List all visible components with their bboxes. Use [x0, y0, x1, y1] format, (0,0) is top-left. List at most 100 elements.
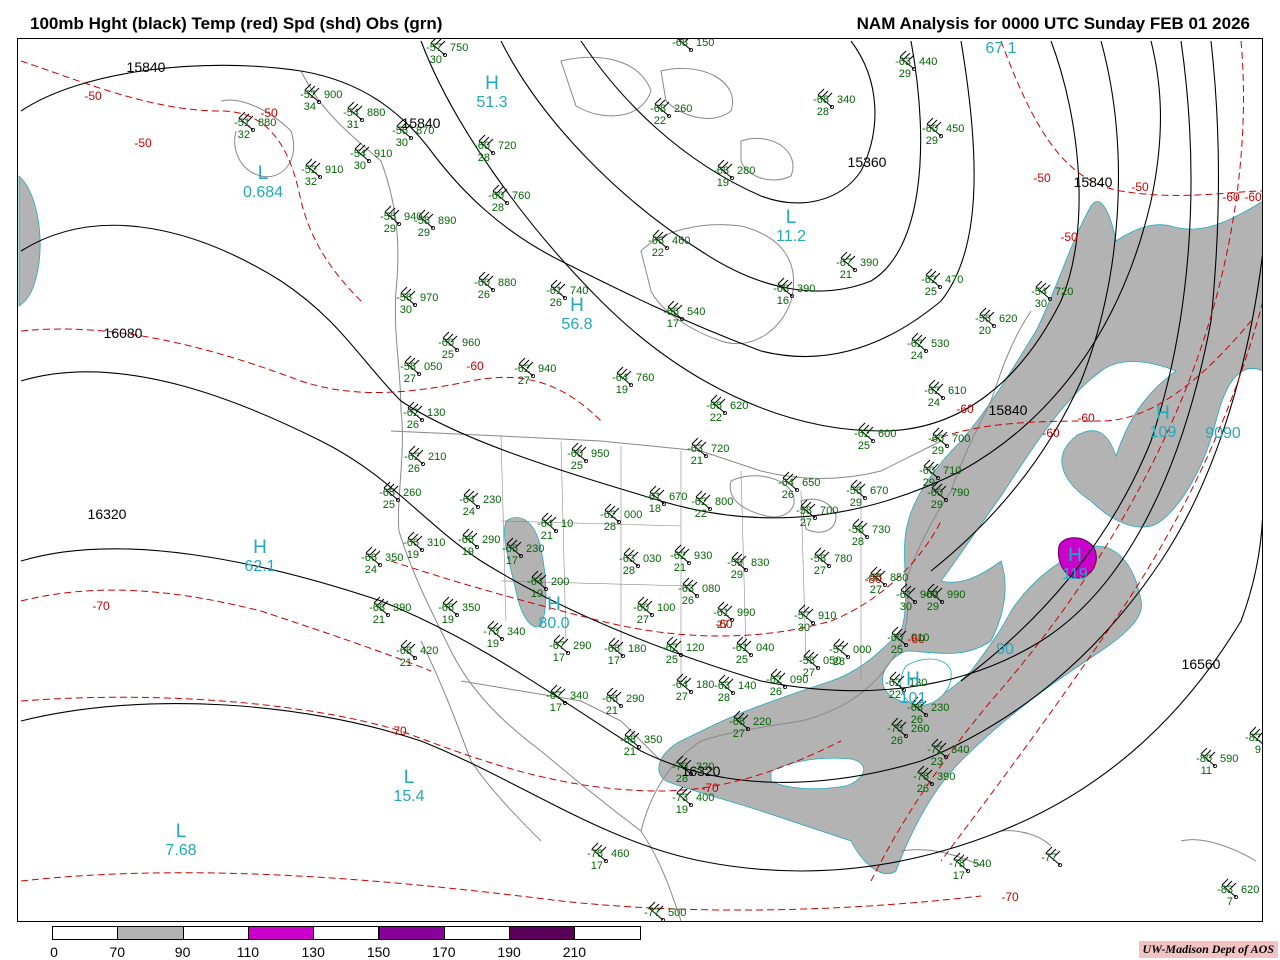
- temp-contour-80: [20, 872, 982, 911]
- obs-temperature: -62: [885, 677, 901, 689]
- obs-temperature: -68: [813, 94, 829, 106]
- temperature-contour-label: -60: [1077, 411, 1095, 425]
- obs-dewpoint-depression: 21: [624, 746, 636, 758]
- obs-dewpoint-depression: 19: [407, 549, 419, 561]
- obs-dewpoint-depression: 17: [553, 652, 565, 664]
- temperature-contour-label: -60: [907, 632, 925, 646]
- obs-height: 720: [711, 443, 729, 455]
- obs-temperature: -62: [907, 338, 923, 350]
- temperature-contour-label: -70: [701, 781, 719, 795]
- obs-dewpoint-depression: 17: [506, 555, 518, 567]
- obs-temperature: -58: [414, 215, 430, 227]
- obs-temperature: -65: [379, 487, 395, 499]
- obs-dewpoint-depression: 28: [718, 692, 730, 704]
- obs-height: 470: [945, 274, 963, 286]
- obs-temperature: -64: [527, 576, 543, 588]
- obs-height: 390: [393, 602, 411, 614]
- obs-height: 500: [668, 907, 686, 919]
- obs-temperature: -57: [794, 610, 810, 622]
- temperature-contour-label: -50: [260, 106, 278, 120]
- pressure-center-value: 51.3: [476, 94, 507, 111]
- obs-height: 890: [438, 215, 456, 227]
- obs-temperature: -72: [927, 744, 943, 756]
- obs-dewpoint-depression: 27: [676, 691, 688, 703]
- speed-isotach-label: 9090: [1205, 425, 1241, 442]
- obs-temperature: -61: [645, 491, 661, 503]
- pressure-center-value: 56.8: [561, 316, 592, 333]
- obs-temperature: -61: [923, 589, 939, 601]
- obs-height: 340: [507, 626, 525, 638]
- obs-height: 930: [694, 550, 712, 562]
- obs-temperature: -57: [426, 42, 442, 54]
- obs-height: 960: [462, 337, 480, 349]
- legend-swatch: [52, 926, 119, 940]
- obs-height: 880: [367, 107, 385, 119]
- pressure-center-letter: L: [786, 207, 797, 228]
- jet-shade-atlantic: [658, 201, 1262, 874]
- obs-height: 120: [686, 642, 704, 654]
- obs-temperature: -68: [729, 716, 745, 728]
- obs-height: 610: [948, 385, 966, 397]
- obs-height: 990: [947, 589, 965, 601]
- legend-swatch: [378, 926, 445, 940]
- obs-height: 460: [672, 235, 690, 247]
- obs-height: 910: [374, 148, 392, 160]
- obs-height: 260: [674, 103, 692, 115]
- obs-dewpoint-depression: 23: [931, 756, 943, 768]
- pressure-center-value: 15.4: [393, 788, 424, 805]
- obs-height: 750: [450, 42, 468, 54]
- obs-height: 710: [943, 465, 961, 477]
- obs-temperature: -60: [438, 337, 454, 349]
- obs-temperature: -52: [301, 164, 317, 176]
- obs-dewpoint-depression: 17: [591, 860, 603, 872]
- obs-temperature: -60: [927, 487, 943, 499]
- height-contour-label: 16560: [1182, 656, 1221, 672]
- obs-dewpoint-depression: 27: [814, 565, 826, 577]
- obs-dewpoint-depression: 25: [383, 499, 395, 511]
- obs-temperature: -56: [380, 211, 396, 223]
- obs-dewpoint-depression: 30: [900, 601, 912, 613]
- obs-temperature: -61: [732, 642, 748, 654]
- obs-height: 040: [756, 642, 774, 654]
- obs-temperature: -76: [587, 848, 603, 860]
- obs-height: 390: [937, 771, 955, 783]
- obs-temperature: -62: [403, 407, 419, 419]
- pressure-center-letter: L: [176, 821, 187, 842]
- obs-dewpoint-depression: 25: [442, 349, 454, 361]
- obs-height: 050: [424, 361, 442, 373]
- obs-temperature: -60: [474, 140, 490, 152]
- obs-temperature: -64: [778, 477, 794, 489]
- temperature-contour-label: -70: [389, 724, 407, 738]
- obs-temperature: -82: [1245, 732, 1261, 744]
- jet-shade-rockies: [504, 517, 547, 628]
- station-marker: [1262, 743, 1263, 746]
- obs-dewpoint-depression: 26: [407, 419, 419, 431]
- obs-height: 760: [512, 190, 530, 202]
- obs-dewpoint-depression: 22: [654, 115, 666, 127]
- obs-temperature: -60: [567, 448, 583, 460]
- obs-height: 600: [878, 428, 896, 440]
- legend-swatch: [509, 926, 576, 940]
- obs-dewpoint-depression: 29: [418, 227, 430, 239]
- obs-dewpoint-depression: 19: [531, 588, 543, 600]
- obs-temperature: -76: [913, 771, 929, 783]
- obs-temperature: -66: [602, 693, 618, 705]
- obs-temperature: -62: [600, 509, 616, 521]
- obs-dewpoint-depression: 21: [691, 455, 703, 467]
- obs-dewpoint-depression: 24: [463, 506, 475, 518]
- temperature-contour-label: -60: [956, 402, 974, 416]
- obs-temperature: -67: [836, 257, 852, 269]
- legend-tick-label: 190: [497, 944, 521, 960]
- obs-height: 900: [324, 89, 342, 101]
- obs-dewpoint-depression: 29: [899, 68, 911, 80]
- legend-tick-label: 170: [432, 944, 456, 960]
- obs-height: 390: [860, 257, 878, 269]
- pressure-center-value: 11.2: [776, 228, 806, 245]
- legend-swatch: [182, 926, 249, 940]
- obs-height: 340: [570, 690, 588, 702]
- temperature-contour-label: -50: [1033, 171, 1051, 185]
- obs-temperature: -59: [727, 557, 743, 569]
- obs-dewpoint-depression: 9: [1255, 744, 1261, 756]
- obs-height: 780: [834, 553, 852, 565]
- obs-temperature: -64: [537, 518, 553, 530]
